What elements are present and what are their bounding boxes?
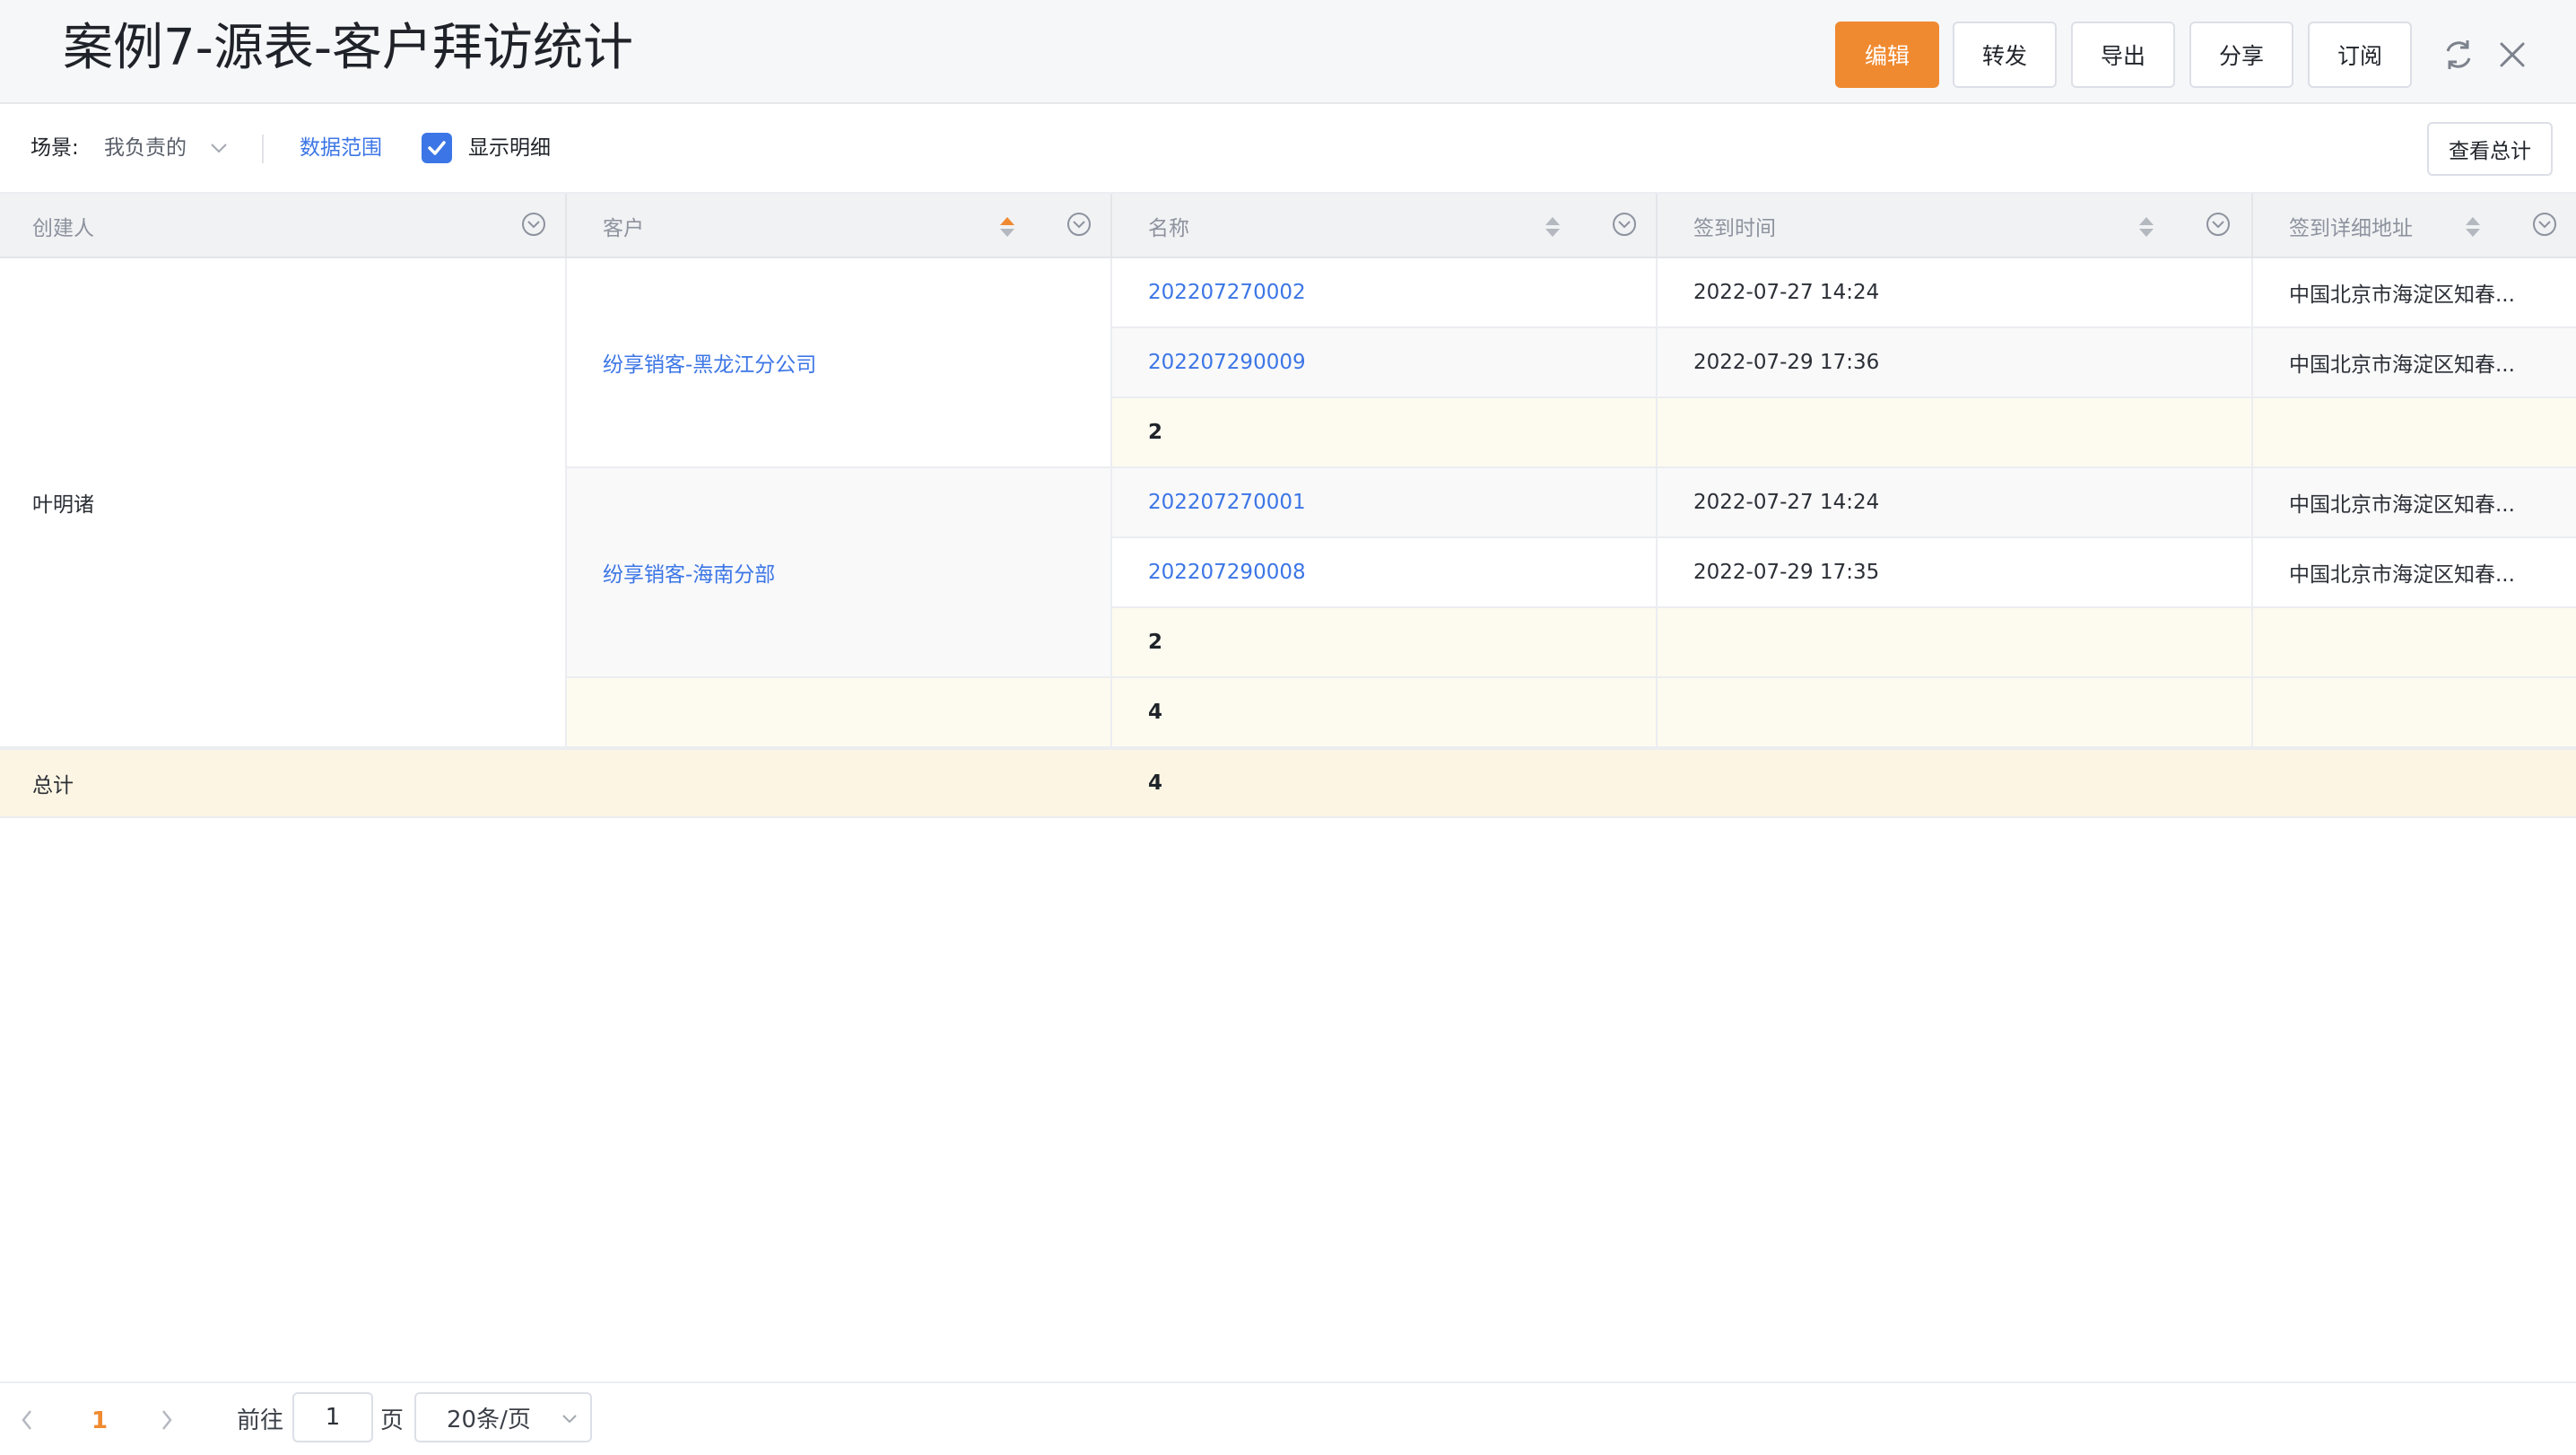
page-unit-label: 页 xyxy=(380,1407,405,1434)
customer-cell: 纷享销客-黑龙江分公司 xyxy=(567,258,1112,468)
table-row-time: 2022-07-27 14:24 xyxy=(1658,468,2253,538)
record-link[interactable]: 202207270002 xyxy=(1148,281,1306,304)
grand-total-row: 总计 4 xyxy=(0,748,2576,818)
page-title: 案例7-源表-客户拜访统计 xyxy=(63,19,634,77)
report-header: 案例7-源表-客户拜访统计 编辑 转发 导出 分享 订阅 xyxy=(0,0,2576,104)
goto-page-input[interactable]: 1 xyxy=(292,1392,373,1442)
scene-select[interactable]: 我负责的 xyxy=(104,131,239,167)
sort-icon[interactable] xyxy=(999,215,1015,239)
column-menu-icon[interactable] xyxy=(520,211,547,238)
checkmark-icon xyxy=(428,141,446,155)
grand-total-value: 4 xyxy=(1148,771,1163,795)
checkin-time: 2022-07-29 17:36 xyxy=(1693,351,1880,374)
refresh-icon[interactable] xyxy=(2440,36,2477,74)
creator-name: 叶明诸 xyxy=(32,493,94,517)
scene-label: 场景: xyxy=(30,136,79,160)
column-menu-icon[interactable] xyxy=(2531,211,2558,238)
subtotal-value: 2 xyxy=(1148,421,1163,444)
sort-icon[interactable] xyxy=(2138,215,2154,239)
chevron-down-icon xyxy=(562,1415,577,1424)
checkin-address: 中国北京市海淀区知春... xyxy=(2289,493,2515,517)
data-scope-link[interactable]: 数据范围 xyxy=(300,134,382,162)
checkin-address: 中国北京市海淀区知春... xyxy=(2289,283,2515,307)
checkin-address: 中国北京市海淀区知春... xyxy=(2289,353,2515,377)
column-label: 签到时间 xyxy=(1693,217,1776,240)
filter-toolbar: 场景: 我负责的 数据范围 显示明细 查看总计 xyxy=(0,104,2576,194)
column-header-name: 名称 xyxy=(1112,194,1658,257)
table-row-name: 202207290008 xyxy=(1112,538,1658,608)
creator-subtotal-cell: 4 xyxy=(1112,678,1658,748)
subtotal-empty-cell xyxy=(2253,398,2576,468)
next-page-icon[interactable] xyxy=(160,1408,174,1432)
grand-total-label: 总计 xyxy=(32,774,74,797)
subtotal-value: 2 xyxy=(1148,631,1163,654)
column-menu-icon[interactable] xyxy=(1066,211,1092,238)
column-menu-icon[interactable] xyxy=(1611,211,1638,238)
goto-page-value: 1 xyxy=(325,1404,341,1431)
table-row-address: 中国北京市海淀区知春... xyxy=(2253,468,2576,538)
checkin-time: 2022-07-29 17:35 xyxy=(1693,561,1880,584)
view-total-button[interactable]: 查看总计 xyxy=(2427,122,2553,176)
table-row-name: 202207290009 xyxy=(1112,328,1658,398)
sort-icon[interactable] xyxy=(2465,215,2481,239)
subscribe-button[interactable]: 订阅 xyxy=(2308,22,2412,88)
table-row-address: 中国北京市海淀区知春... xyxy=(2253,258,2576,328)
column-label: 创建人 xyxy=(32,217,94,240)
table-row-address: 中国北京市海淀区知春... xyxy=(2253,328,2576,398)
customer-link[interactable]: 纷享销客-黑龙江分公司 xyxy=(603,347,816,378)
table-row-address: 中国北京市海淀区知春... xyxy=(2253,538,2576,608)
checkin-time: 2022-07-27 14:24 xyxy=(1693,281,1880,304)
page-size-select[interactable]: 20条/页 xyxy=(414,1392,592,1442)
checkin-address: 中国北京市海淀区知春... xyxy=(2289,563,2515,587)
subtotal-cell: 2 xyxy=(1112,608,1658,678)
creator-subtotal-value: 4 xyxy=(1148,701,1163,724)
column-menu-icon[interactable] xyxy=(2205,211,2232,238)
table-row-time: 2022-07-27 14:24 xyxy=(1658,258,2253,328)
creator-cell: 叶明诸 xyxy=(0,258,567,748)
checkin-time: 2022-07-27 14:24 xyxy=(1693,491,1880,514)
share-button[interactable]: 分享 xyxy=(2189,22,2293,88)
column-header-customer: 客户 xyxy=(567,194,1112,257)
record-link[interactable]: 202207270001 xyxy=(1148,491,1306,514)
edit-button[interactable]: 编辑 xyxy=(1835,22,1939,88)
column-header-checkin-time: 签到时间 xyxy=(1658,194,2253,257)
column-header-creator: 创建人 xyxy=(0,194,567,257)
prev-page-icon[interactable] xyxy=(20,1408,34,1432)
column-label: 签到详细地址 xyxy=(2289,217,2413,240)
table-row-name: 202207270002 xyxy=(1112,258,1658,328)
scene-value: 我负责的 xyxy=(104,136,187,160)
subtotal-empty-cell xyxy=(1658,398,2253,468)
creator-subtotal-empty-cell xyxy=(567,678,1112,748)
show-detail-checkbox[interactable] xyxy=(422,133,452,163)
close-icon[interactable] xyxy=(2493,36,2531,74)
customer-link[interactable]: 纷享销客-海南分部 xyxy=(603,557,775,588)
subtotal-empty-cell xyxy=(2253,608,2576,678)
column-header-checkin-address: 签到详细地址 xyxy=(2253,194,2576,257)
table-row-time: 2022-07-29 17:35 xyxy=(1658,538,2253,608)
customer-cell: 纷享销客-海南分部 xyxy=(567,468,1112,678)
record-link[interactable]: 202207290008 xyxy=(1148,561,1306,584)
subtotal-empty-cell xyxy=(1658,678,2253,748)
toolbar-divider xyxy=(262,135,264,163)
subtotal-empty-cell xyxy=(2253,678,2576,748)
export-button[interactable]: 导出 xyxy=(2071,22,2175,88)
subtotal-empty-cell xyxy=(1658,608,2253,678)
goto-label: 前往 xyxy=(237,1407,284,1434)
forward-button[interactable]: 转发 xyxy=(1953,22,2057,88)
show-detail-label: 显示明细 xyxy=(468,136,551,160)
table-header-row: 创建人 客户 名称 签到时间 签到详细地址 xyxy=(0,194,2576,258)
record-link[interactable]: 202207290009 xyxy=(1148,351,1306,374)
table-row-name: 202207270001 xyxy=(1112,468,1658,538)
chevron-down-icon xyxy=(211,144,227,153)
sort-icon[interactable] xyxy=(1545,215,1561,239)
column-label: 客户 xyxy=(603,217,644,240)
page-number-current[interactable]: 1 xyxy=(91,1407,108,1435)
pagination: 1 前往 1 页 20条/页 xyxy=(0,1381,2576,1455)
page-size-value: 20条/页 xyxy=(447,1406,531,1433)
column-label: 名称 xyxy=(1148,217,1189,240)
table-row-time: 2022-07-29 17:36 xyxy=(1658,328,2253,398)
subtotal-cell: 2 xyxy=(1112,398,1658,468)
